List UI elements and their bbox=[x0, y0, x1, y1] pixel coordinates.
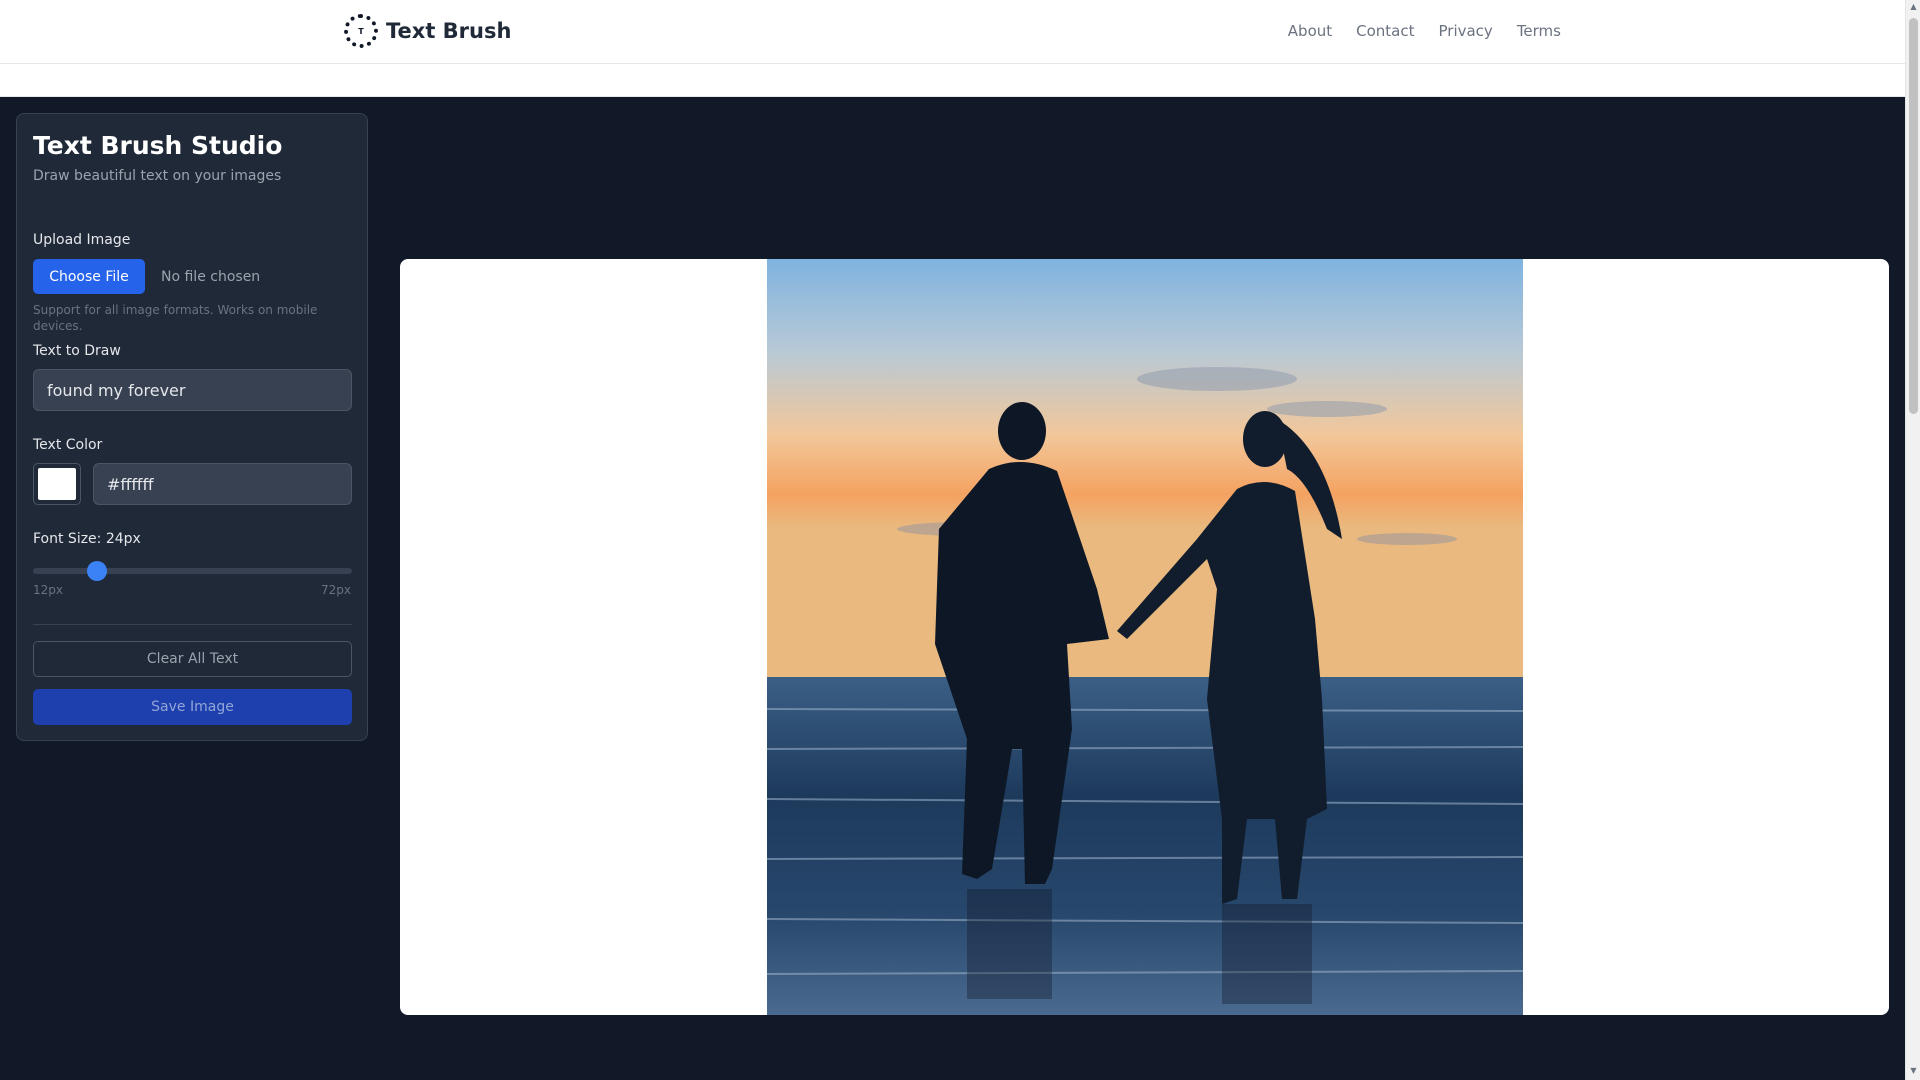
upload-help-text: Support for all image formats. Works on … bbox=[33, 303, 318, 333]
control-panel: Text Brush Studio Draw beautiful text on… bbox=[16, 113, 368, 741]
text-to-draw-input[interactable] bbox=[33, 369, 352, 411]
brand-name: Text Brush bbox=[386, 19, 512, 43]
panel-divider bbox=[33, 624, 352, 625]
app-area: Text Brush Studio Draw beautiful text on… bbox=[0, 97, 1905, 1080]
brand[interactable]: T Text Brush bbox=[344, 14, 511, 48]
slider-min-label: 12px bbox=[33, 583, 63, 597]
clear-all-text-button[interactable]: Clear All Text bbox=[33, 641, 352, 677]
text-color-label: Text Color bbox=[33, 437, 103, 453]
panel-title: Text Brush Studio bbox=[33, 131, 283, 160]
scroll-down-arrow-icon[interactable]: ▼ bbox=[1909, 1066, 1918, 1075]
font-size-slider-thumb[interactable] bbox=[86, 561, 107, 581]
sub-bar bbox=[0, 65, 1905, 97]
scroll-up-arrow-icon[interactable]: ▲ bbox=[1909, 2, 1918, 11]
slider-max-label: 72px bbox=[321, 583, 351, 597]
circular-text-logo-icon: T bbox=[344, 14, 378, 48]
color-picker-swatch[interactable] bbox=[33, 463, 81, 505]
font-size-slider[interactable] bbox=[33, 561, 352, 581]
choose-file-button[interactable]: Choose File bbox=[33, 259, 145, 294]
font-size-label: Font Size: 24px bbox=[33, 531, 141, 547]
page-scroll-thumb[interactable] bbox=[1909, 18, 1918, 414]
top-nav: About Contact Privacy Terms bbox=[1288, 22, 1561, 40]
upload-label: Upload Image bbox=[33, 232, 131, 248]
site-header: T Text Brush About Contact Privacy Terms bbox=[0, 0, 1905, 64]
file-status: No file chosen bbox=[161, 268, 261, 285]
save-image-button[interactable]: Save Image bbox=[33, 689, 352, 725]
file-input-row: Choose File No file chosen bbox=[33, 259, 260, 294]
text-label: Text to Draw bbox=[33, 343, 121, 359]
nav-link-about[interactable]: About bbox=[1288, 22, 1332, 40]
nav-link-privacy[interactable]: Privacy bbox=[1439, 22, 1493, 40]
drawing-canvas[interactable] bbox=[400, 259, 1889, 1015]
nav-link-terms[interactable]: Terms bbox=[1517, 22, 1561, 40]
panel-subtitle: Draw beautiful text on your images bbox=[33, 168, 282, 184]
page-scrollbar[interactable]: ▲ ▼ bbox=[1905, 0, 1920, 1080]
color-swatch-fill bbox=[38, 468, 76, 500]
color-hex-input[interactable] bbox=[93, 463, 352, 505]
couple-beach-sunset-photo bbox=[767, 259, 1523, 1015]
nav-link-contact[interactable]: Contact bbox=[1356, 22, 1414, 40]
